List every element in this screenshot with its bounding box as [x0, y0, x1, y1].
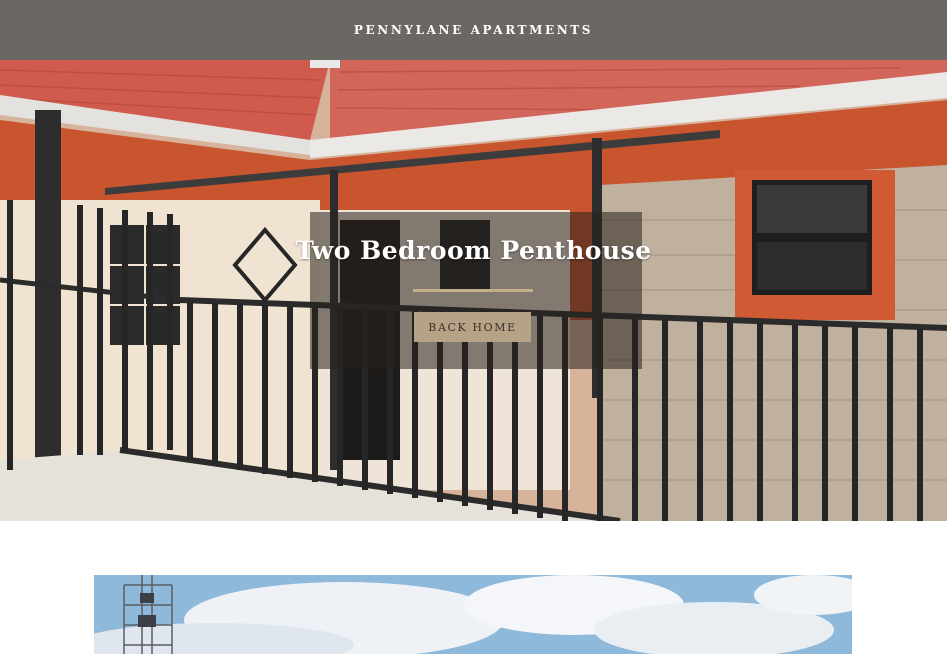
- title-divider: [413, 289, 533, 292]
- back-home-button[interactable]: BACK HOME: [414, 312, 531, 342]
- gallery-image: [94, 575, 852, 654]
- site-brand[interactable]: PENNYLANE APARTMENTS: [354, 23, 593, 37]
- page-title: Two Bedroom Penthouse: [295, 236, 652, 265]
- hero-banner: Two Bedroom Penthouse BACK HOME: [0, 60, 947, 521]
- top-header: PENNYLANE APARTMENTS: [0, 0, 947, 60]
- sky-photo: [94, 575, 852, 654]
